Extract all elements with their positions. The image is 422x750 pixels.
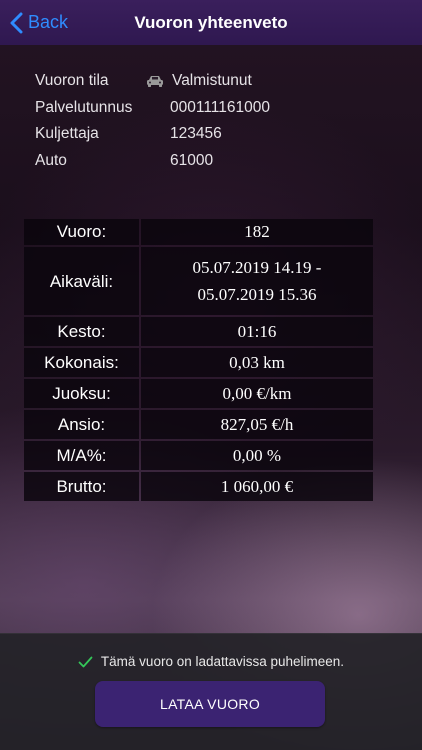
stat-value: 05.07.2019 14.19 - 05.07.2019 15.36 — [141, 247, 373, 315]
shift-info: Vuoron tila Valmistunut Palvelutunnus 00… — [35, 68, 395, 174]
table-row: Kesto: 01:16 — [24, 317, 373, 346]
table-row: Aikaväli: 05.07.2019 14.19 - 05.07.2019 … — [24, 247, 373, 315]
chevron-left-icon — [10, 12, 23, 33]
stat-label: Juoksu: — [24, 379, 139, 408]
stat-label: Kesto: — [24, 317, 139, 346]
shift-stats-table: Vuoro: 182 Aikaväli: 05.07.2019 14.19 - … — [22, 217, 375, 503]
interval-end: 05.07.2019 15.36 — [197, 285, 317, 304]
download-panel: Tämä vuoro on ladattavissa puhelimeen. L… — [0, 633, 422, 750]
download-notice-text: Tämä vuoro on ladattavissa puhelimeen. — [100, 654, 345, 669]
checkmark-icon — [78, 656, 93, 667]
stat-label: Ansio: — [24, 410, 139, 439]
table-row: Ansio: 827,05 €/h — [24, 410, 373, 439]
back-button-label: Back — [28, 12, 69, 32]
info-row-status: Vuoron tila Valmistunut — [35, 68, 395, 95]
stat-value: 0,03 km — [141, 348, 373, 377]
table-row: Kokonais: 0,03 km — [24, 348, 373, 377]
stat-value: 01:16 — [141, 317, 373, 346]
stat-label: Vuoro: — [24, 219, 139, 245]
stat-label: M/A%: — [24, 441, 139, 470]
stat-value: 182 — [141, 219, 373, 245]
info-row-service-id: Palvelutunnus 000111161000 — [35, 95, 395, 122]
navigation-bar: Back Vuoron yhteenveto — [0, 0, 422, 45]
load-shift-button[interactable]: LATAA VUORO — [95, 681, 325, 727]
back-button[interactable]: Back — [10, 0, 68, 45]
info-label: Auto — [35, 151, 67, 169]
service-id-value: 000111161000 — [170, 98, 270, 116]
info-row-driver: Kuljettaja 123456 — [35, 121, 395, 148]
driver-value: 123456 — [170, 125, 222, 143]
stat-value: 0,00 % — [141, 441, 373, 470]
info-label: Palvelutunnus — [35, 98, 133, 116]
stat-value: 0,00 €/km — [141, 379, 373, 408]
download-notice: Tämä vuoro on ladattavissa puhelimeen. — [0, 654, 422, 669]
stat-value: 1 060,00 € — [141, 472, 373, 501]
table-row: M/A%: 0,00 % — [24, 441, 373, 470]
stat-value: 827,05 €/h — [141, 410, 373, 439]
table-row: Brutto: 1 060,00 € — [24, 472, 373, 501]
shift-status-value: Valmistunut — [172, 72, 252, 90]
table-row: Vuoro: 182 — [24, 219, 373, 245]
car-icon — [147, 76, 163, 88]
stat-label: Aikaväli: — [24, 247, 139, 315]
info-row-car: Auto 61000 — [35, 148, 395, 175]
car-value: 61000 — [170, 151, 214, 169]
info-label: Kuljettaja — [35, 125, 99, 143]
stat-label: Kokonais: — [24, 348, 139, 377]
interval-start: 05.07.2019 14.19 - — [192, 258, 322, 277]
stat-label: Brutto: — [24, 472, 139, 501]
info-value: Valmistunut — [147, 72, 252, 90]
page-title: Vuoron yhteenveto — [134, 12, 288, 32]
table-row: Juoksu: 0,00 €/km — [24, 379, 373, 408]
